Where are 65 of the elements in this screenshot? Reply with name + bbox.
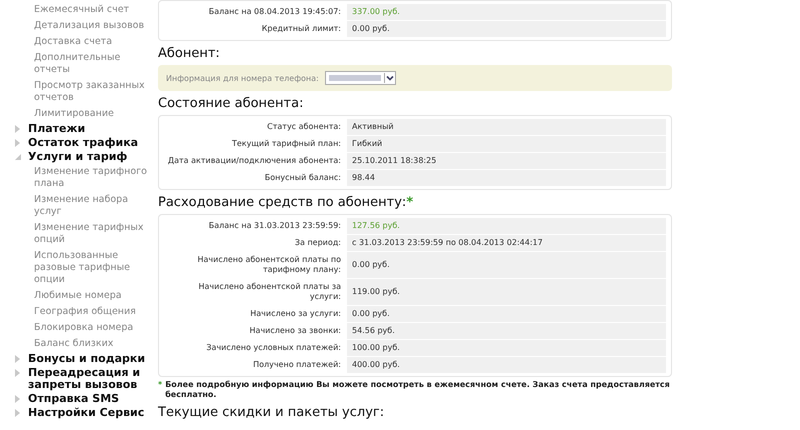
sidebar-group[interactable]: Остаток трафика bbox=[28, 137, 138, 149]
field-value: 127.56 руб. bbox=[347, 218, 666, 234]
triangle-icon[interactable] bbox=[14, 355, 22, 363]
field-label: За период: bbox=[294, 237, 342, 249]
triangle-icon[interactable] bbox=[14, 395, 22, 403]
sidebar-link[interactable]: Детализация вызовов bbox=[14, 18, 150, 34]
sidebar-link[interactable]: Лимитирование bbox=[14, 106, 150, 122]
field-value: с 31.03.2013 23:59:59 по 08.04.2013 02:44:17 bbox=[347, 235, 666, 251]
section-heading: Абонент: bbox=[158, 46, 220, 61]
field-label: Начислено за звонки: bbox=[248, 325, 342, 337]
caret-icon[interactable] bbox=[384, 73, 395, 83]
footnote-marker: * bbox=[158, 380, 162, 391]
section-heading: Текущие скидки и пакеты услуг: bbox=[158, 405, 384, 420]
triangle-icon[interactable] bbox=[14, 153, 22, 161]
sidebar-link[interactable]: Доставка счета bbox=[14, 34, 150, 50]
sidebar-link[interactable]: Блокировка номера bbox=[14, 320, 150, 336]
field-label: Бонусный баланс: bbox=[264, 172, 342, 184]
field-value: 337.00 руб. bbox=[347, 4, 666, 20]
field-value: 0.00 руб. bbox=[347, 252, 666, 278]
sidebar-link[interactable]: Любимые номера bbox=[14, 288, 150, 304]
sidebar-group[interactable]: Бонусы и подарки bbox=[28, 353, 146, 365]
field-label: Начислено абонентской платы по тарифному плану: bbox=[196, 254, 342, 276]
triangle-icon[interactable] bbox=[14, 125, 22, 133]
field-value: 54.56 руб. bbox=[347, 323, 666, 339]
field-label: Кредитный лимит: bbox=[260, 23, 342, 35]
sidebar-link[interactable]: Изменение набора услуг bbox=[14, 192, 150, 220]
field-label: Зачислено условных платежей: bbox=[205, 342, 342, 354]
field-label: Дата активации/подключения абонента: bbox=[166, 155, 342, 167]
sidebar-link[interactable]: Использованные разовые тарифные опции bbox=[14, 248, 150, 288]
field-value: 100.00 руб. bbox=[347, 340, 666, 356]
sidebar-link[interactable]: Ежемесячный счет bbox=[14, 2, 150, 18]
sidebar-group[interactable]: Переадресация и запреты вызовов bbox=[28, 367, 150, 391]
field-label: Статус абонента: bbox=[266, 121, 342, 133]
sidebar-link[interactable]: Просмотр заказанных отчетов bbox=[14, 78, 150, 106]
section-heading: Расходование средств по абоненту: bbox=[158, 195, 406, 210]
sidebar-group[interactable]: Услуги и тариф bbox=[28, 151, 128, 163]
triangle-icon[interactable] bbox=[14, 139, 22, 147]
section-heading: Состояние абонента: bbox=[158, 96, 304, 111]
field-value: Активный bbox=[347, 119, 666, 135]
field-value: 25.10.2011 18:38:25 bbox=[347, 153, 666, 169]
footnote-marker: * bbox=[406, 195, 414, 210]
field-label: Начислено за услуги: bbox=[249, 308, 342, 320]
sidebar-group[interactable]: Отправка SMS bbox=[28, 393, 120, 405]
sidebar-link[interactable]: Изменение тарифного плана bbox=[14, 164, 150, 192]
field-value: 98.44 bbox=[347, 170, 666, 186]
field-value: Гибкий bbox=[347, 136, 666, 152]
triangle-icon[interactable] bbox=[14, 409, 22, 417]
field-value: 0.00 руб. bbox=[347, 21, 666, 37]
phone-label: Информация для номера телефона: bbox=[166, 74, 319, 82]
field-label: Баланс на 08.04.2013 19:45:07: bbox=[208, 6, 342, 18]
field-value: 0.00 руб. bbox=[347, 306, 666, 322]
sidebar-link[interactable]: География общения bbox=[14, 304, 150, 320]
footnote-text: Более подробную информацию Вы можете посмотреть в ежемесячном счете. Заказ счета предоставляется бесплатно. bbox=[165, 380, 671, 400]
field-value: 400.00 руб. bbox=[347, 357, 666, 373]
sidebar-link[interactable]: Баланс близких bbox=[14, 336, 150, 352]
field-label: Текущий тарифный план: bbox=[231, 138, 342, 150]
field-label: Начислено абонентской платы за услуги: bbox=[197, 281, 342, 303]
field-label: Баланс на 31.03.2013 23:59:59: bbox=[208, 220, 342, 232]
triangle-icon[interactable] bbox=[14, 369, 22, 377]
field-label: Получено платежей: bbox=[252, 359, 342, 371]
field-value: 119.00 руб. bbox=[347, 279, 666, 305]
sidebar-group[interactable]: Настройки Сервис bbox=[28, 407, 144, 419]
sidebar-group[interactable]: Платежи bbox=[28, 123, 86, 135]
sidebar-link[interactable]: Дополнительные отчеты bbox=[14, 50, 150, 78]
sidebar-link[interactable]: Изменение тарифных опций bbox=[14, 220, 150, 248]
